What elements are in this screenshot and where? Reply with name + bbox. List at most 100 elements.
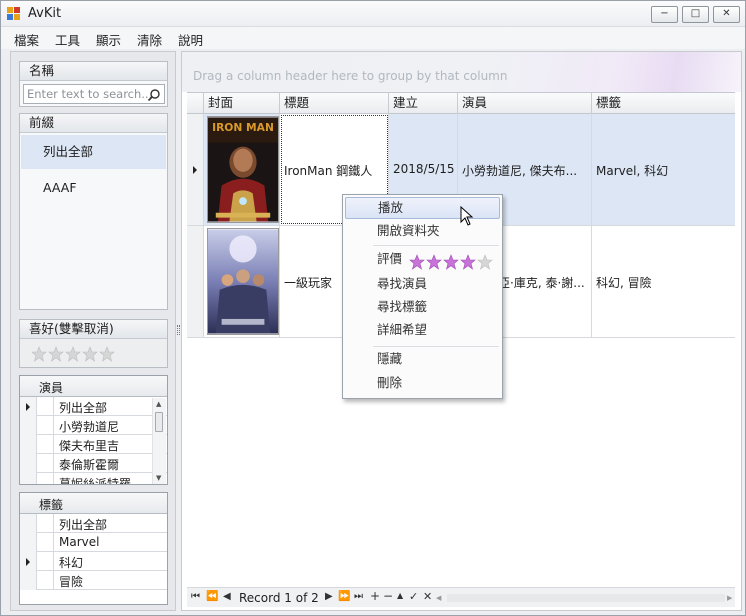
- edit-icon[interactable]: ▲: [397, 591, 403, 600]
- grid-header: 封面 標題 建立 演員 標籤: [187, 92, 735, 114]
- row-indicator: [20, 416, 37, 435]
- scroll-right-icon[interactable]: ▶: [727, 594, 732, 602]
- current-row-icon: [26, 403, 30, 411]
- row-indicator: [187, 114, 204, 225]
- favorite-rating[interactable]: [31, 346, 115, 362]
- menu-item-play[interactable]: 播放: [345, 197, 500, 219]
- column-created[interactable]: 建立: [389, 93, 458, 114]
- horizontal-scrollbar[interactable]: [447, 594, 725, 602]
- menu-separator: [373, 346, 499, 347]
- context-rating-stars[interactable]: [409, 254, 493, 273]
- star-icon[interactable]: [99, 346, 115, 362]
- record-counter: Record 1 of 2: [239, 591, 319, 605]
- prefix-item-aaaf[interactable]: AAAF: [21, 171, 166, 205]
- list-item[interactable]: Marvel: [20, 533, 167, 552]
- row-indicator: [20, 514, 37, 533]
- menu-item-find-actor[interactable]: 尋找演員: [345, 273, 500, 295]
- column-actors[interactable]: 演員: [458, 93, 592, 114]
- scroll-down-icon[interactable]: ▼: [156, 474, 161, 482]
- favorite-group-title: 喜好(雙擊取消): [20, 320, 167, 339]
- row-indicator: [20, 533, 37, 552]
- menu-item-find-tag[interactable]: 尋找標籤: [345, 296, 500, 318]
- list-item-label: 列出全部: [59, 401, 108, 415]
- window-title: AvKit: [28, 6, 62, 21]
- list-item[interactable]: 列出全部: [20, 514, 167, 533]
- group-panel[interactable]: Drag a column header here to group by th…: [182, 52, 741, 92]
- prefix-group-title: 前綴: [20, 114, 167, 133]
- app-window: AvKit − □ ✕ 檔案 工具 顯示 清除 說明 名稱 Enter text…: [0, 0, 746, 616]
- search-icon[interactable]: [147, 88, 161, 102]
- actor-list-scrollbar[interactable]: ▲ ▼: [152, 398, 166, 484]
- last-record-icon[interactable]: ⏭: [354, 591, 363, 602]
- next-record-icon[interactable]: ▶: [325, 591, 333, 602]
- left-panel: 名稱 Enter text to search... 前綴 列出全部 AAAF …: [10, 51, 176, 611]
- current-row-icon: [26, 558, 30, 566]
- scroll-left-icon[interactable]: ◀: [436, 594, 441, 602]
- tag-list-header: 標籤: [20, 493, 167, 514]
- menu-item-details[interactable]: 詳細希望: [345, 319, 500, 341]
- actor-list: 演員 列出全部 小勞勃道尼 傑夫布里吉 泰倫斯霍爾 葛妮絲派特羅 ▲ ▼: [19, 375, 168, 485]
- row-indicator: [20, 454, 37, 473]
- list-item[interactable]: 傑夫布里吉: [20, 435, 167, 454]
- save-icon[interactable]: ✓: [409, 590, 418, 603]
- row-indicator: [187, 226, 204, 337]
- ready-player-one-poster: [207, 228, 279, 335]
- tags-cell[interactable]: 科幻, 冒險: [592, 226, 735, 337]
- menu-tools[interactable]: 工具: [55, 30, 80, 49]
- menu-clear[interactable]: 清除: [137, 30, 162, 49]
- search-input[interactable]: Enter text to search...: [23, 84, 165, 104]
- menu-view[interactable]: 顯示: [96, 30, 121, 49]
- menu-file[interactable]: 檔案: [14, 30, 39, 49]
- list-item-label: 列出全部: [59, 518, 108, 532]
- star-icon[interactable]: [409, 254, 425, 273]
- row-spacer: [37, 533, 54, 552]
- star-icon[interactable]: [82, 346, 98, 362]
- scroll-thumb[interactable]: [155, 412, 163, 432]
- star-icon[interactable]: [48, 346, 64, 362]
- cover-cell[interactable]: [204, 226, 280, 337]
- star-icon[interactable]: [31, 346, 47, 362]
- list-item-label: Marvel: [59, 535, 100, 549]
- menu-help[interactable]: 說明: [178, 30, 203, 49]
- prefix-item-all[interactable]: 列出全部: [21, 135, 166, 169]
- list-item[interactable]: 葛妮絲派特羅: [20, 473, 167, 484]
- menu-item-open-folder[interactable]: 開啟資料夾: [345, 220, 500, 242]
- close-button[interactable]: ✕: [713, 6, 740, 23]
- row-spacer: [37, 571, 54, 590]
- star-icon[interactable]: [477, 254, 493, 273]
- first-record-icon[interactable]: ⏮: [191, 591, 200, 602]
- cover-cell[interactable]: IRON MAN: [204, 114, 280, 225]
- list-item-label: 傑夫布里吉: [59, 439, 120, 453]
- column-tags[interactable]: 標籤: [592, 93, 735, 114]
- remove-icon[interactable]: −: [383, 589, 393, 603]
- column-title[interactable]: 標題: [280, 93, 389, 114]
- cancel-icon[interactable]: ✕: [423, 590, 432, 603]
- list-item[interactable]: 列出全部: [20, 397, 167, 416]
- star-icon[interactable]: [65, 346, 81, 362]
- prev-page-icon[interactable]: ⏪: [206, 591, 218, 602]
- column-cover[interactable]: 封面: [204, 93, 280, 114]
- row-spacer: [37, 454, 54, 473]
- scroll-up-icon[interactable]: ▲: [156, 400, 161, 408]
- menu-item-delete[interactable]: 刪除: [345, 372, 500, 394]
- list-item[interactable]: 冒險: [20, 571, 167, 590]
- menu-item-hide[interactable]: 隱藏: [345, 348, 500, 370]
- list-item[interactable]: 小勞勃道尼: [20, 416, 167, 435]
- star-icon[interactable]: [443, 254, 459, 273]
- list-item-label: 小勞勃道尼: [59, 420, 120, 434]
- panel-splitter[interactable]: [177, 325, 180, 335]
- prev-record-icon[interactable]: ◀: [223, 591, 231, 602]
- maximize-button[interactable]: □: [682, 6, 709, 23]
- row-spacer: [37, 435, 54, 454]
- next-page-icon[interactable]: ⏩: [338, 591, 350, 602]
- list-item[interactable]: 科幻: [20, 552, 167, 571]
- row-indicator: [20, 571, 37, 590]
- tag-list: 標籤 列出全部 Marvel 科幻 冒險: [19, 492, 168, 605]
- favorite-group: 喜好(雙擊取消): [19, 319, 168, 368]
- star-icon[interactable]: [460, 254, 476, 273]
- minimize-button[interactable]: −: [651, 6, 678, 23]
- tags-cell[interactable]: Marvel, 科幻: [592, 114, 735, 225]
- star-icon[interactable]: [426, 254, 442, 273]
- list-item[interactable]: 泰倫斯霍爾: [20, 454, 167, 473]
- add-icon[interactable]: +: [370, 589, 380, 603]
